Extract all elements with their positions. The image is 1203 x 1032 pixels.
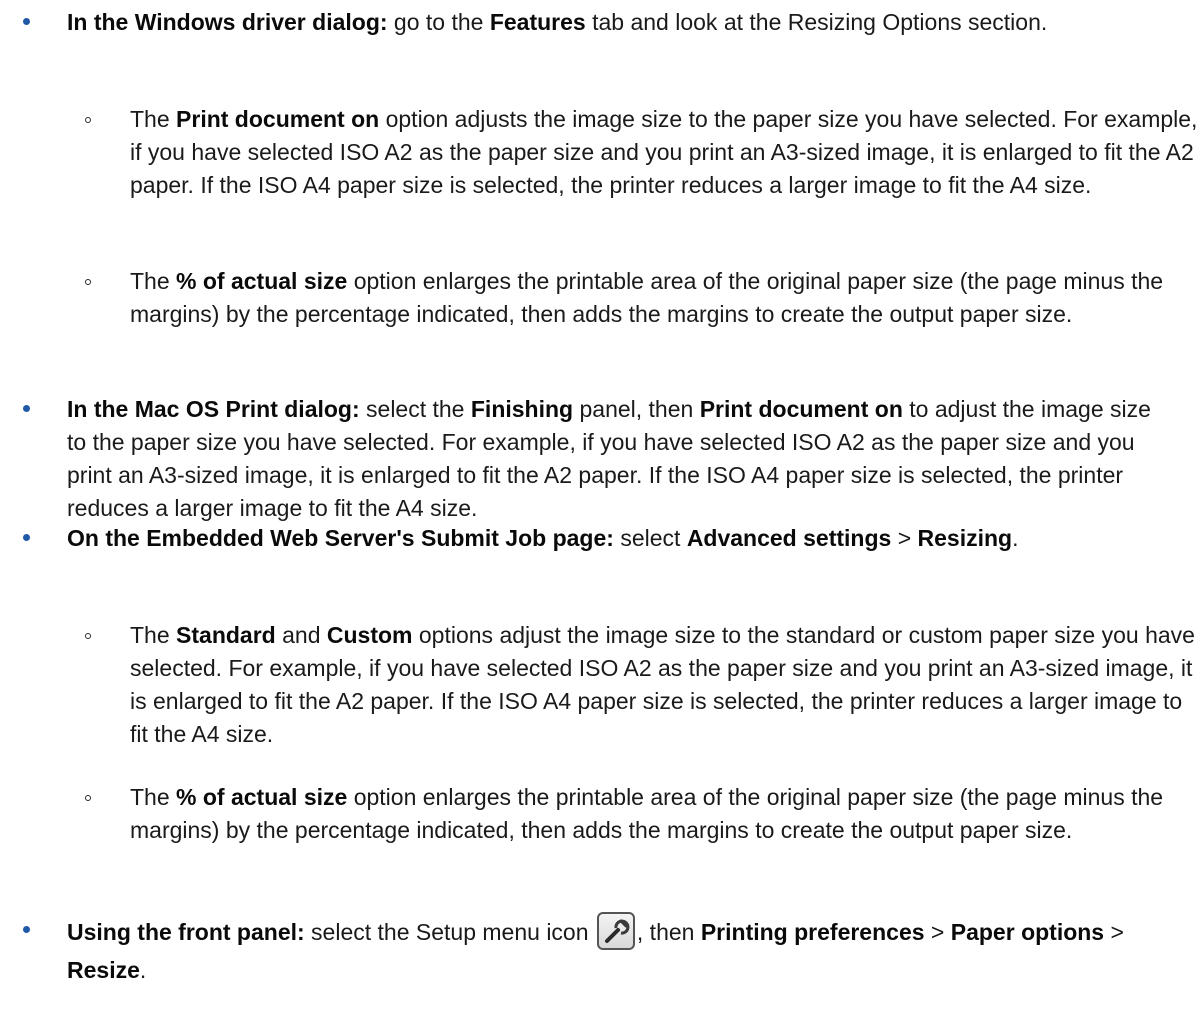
item-bold: % of actual size — [176, 268, 348, 294]
item-text: > — [891, 525, 918, 551]
item-bold: Features — [489, 9, 586, 35]
bullet-icon — [23, 405, 30, 412]
item-bold: Print document on — [699, 396, 903, 422]
item-bold: Printing preferences — [700, 919, 925, 945]
sub-item-print-document-on: The Print document on option adjusts the… — [0, 103, 1200, 202]
item-bold: Resizing — [917, 525, 1013, 551]
item-text: go to the — [387, 9, 490, 35]
item-text: and — [275, 622, 327, 648]
item-text: select the Setup menu icon — [304, 919, 595, 945]
item-text: . — [1012, 525, 1019, 551]
sub-bullet-icon — [85, 279, 91, 285]
item-lead: In the Mac OS Print dialog: — [67, 396, 360, 422]
sub-bullet-icon — [85, 117, 91, 123]
list-item-embedded-web-server: On the Embedded Web Server's Submit Job … — [0, 522, 1167, 555]
item-lead: Using the front panel: — [67, 919, 305, 945]
item-text: > — [924, 919, 951, 945]
item-text: The — [130, 268, 177, 294]
item-bold: Standard — [176, 622, 276, 648]
item-text: The — [130, 106, 177, 132]
document-body: In the Windows driver dialog: go to the … — [0, 0, 1203, 1032]
item-text: The — [130, 622, 177, 648]
item-text: . — [139, 957, 147, 983]
sub-bullet-icon — [85, 795, 91, 801]
item-bold: % of actual size — [176, 784, 348, 810]
item-lead: In the Windows driver dialog: — [67, 9, 388, 35]
item-text: , then — [636, 919, 701, 945]
item-text: The — [130, 784, 177, 810]
item-bold: Advanced settings — [686, 525, 892, 551]
item-bold: Custom — [326, 622, 413, 648]
sub-item-percent-actual-size-ews: The % of actual size option enlarges the… — [0, 781, 1200, 847]
item-bold: Finishing — [470, 396, 574, 422]
sub-item-standard-custom: The Standard and Custom options adjust t… — [0, 619, 1200, 751]
bullet-icon — [23, 534, 30, 541]
item-lead: On the Embedded Web Server's Submit Job … — [67, 525, 614, 551]
item-text: panel, then — [573, 396, 700, 422]
list-item-mac-os: In the Mac OS Print dialog: select the F… — [0, 393, 1167, 525]
sub-item-percent-actual-size: The % of actual size option enlarges the… — [0, 265, 1200, 331]
bullet-icon — [23, 18, 30, 25]
item-text: tab and look at the Resizing Options sec… — [585, 9, 1048, 35]
item-text: select — [613, 525, 687, 551]
list-item-front-panel: Using the front panel: select the Setup … — [0, 912, 1167, 989]
item-text: select the — [359, 396, 471, 422]
list-item-windows-driver: In the Windows driver dialog: go to the … — [0, 6, 1167, 39]
item-bold: Resize — [67, 957, 140, 983]
item-text: > — [1104, 919, 1124, 945]
sub-bullet-icon — [85, 633, 91, 639]
bullet-icon — [23, 926, 30, 933]
wrench-setup-icon — [596, 912, 635, 950]
item-bold: Print document on — [176, 106, 380, 132]
item-bold: Paper options — [950, 919, 1105, 945]
